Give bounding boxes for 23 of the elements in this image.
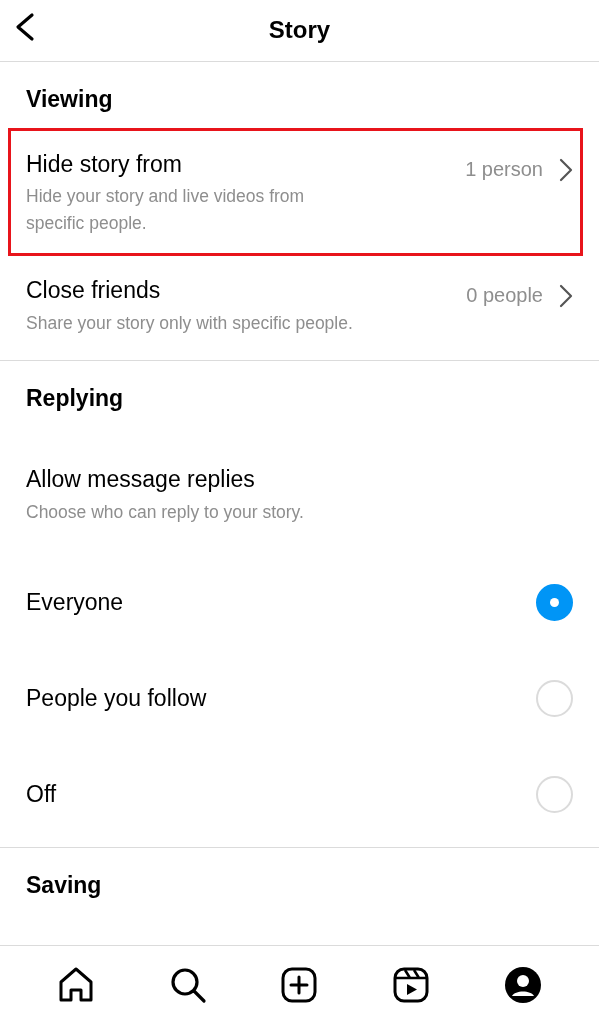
radio-button[interactable] (536, 584, 573, 622)
plus-icon[interactable] (279, 965, 320, 1005)
setting-description: Hide your story and live videos from specific people. (26, 185, 306, 235)
setting-label: Allow message replies (26, 464, 256, 494)
setting-row[interactable]: Hide story from Hide your story and live videos from specific people. 1 person (8, 127, 583, 256)
setting-value: 1 person (465, 156, 543, 182)
section-heading: Saving (25, 870, 103, 900)
option-label: Everyone (26, 587, 124, 617)
setting-value: 0 people (466, 283, 543, 308)
chevron-icon (559, 157, 573, 182)
setting-description: Choose who can reply to your story. (26, 500, 304, 524)
screen-title: Story (268, 16, 331, 45)
chevron-icon (559, 284, 573, 308)
video-play-icon[interactable] (391, 965, 432, 1005)
setting-description: Share your story only with specific people. (26, 311, 354, 335)
avatar-icon[interactable] (503, 965, 544, 1005)
section-heading: Viewing (25, 85, 114, 114)
setting-label: Close friends (26, 276, 162, 305)
option-label: People you follow (26, 683, 207, 713)
option-label: Off (26, 779, 57, 809)
section-heading: Replying (25, 384, 125, 414)
setting-label: Hide story from (26, 149, 183, 179)
setting-row[interactable]: Close friends Share your story only with specific people. 0 people (0, 266, 599, 347)
